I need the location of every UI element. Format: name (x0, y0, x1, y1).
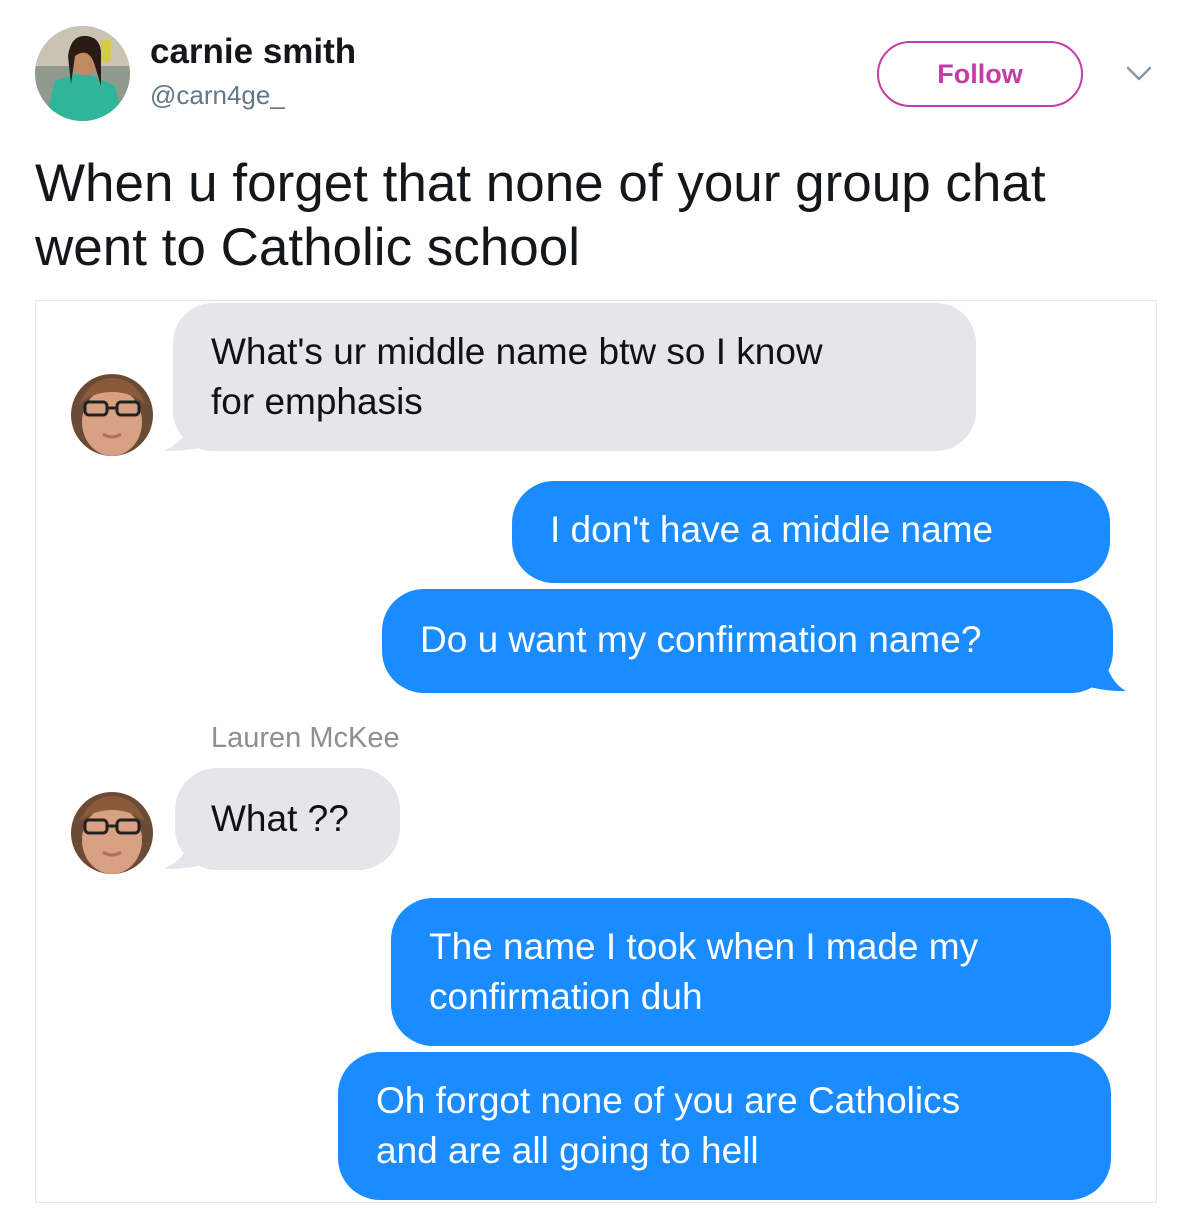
tweet-text-line: When u forget that none of your group ch… (35, 154, 1046, 213)
tweet-media-image[interactable]: What's ur middle name btw so I know for … (35, 300, 1157, 1203)
message-text: What's ur middle name btw so I know (211, 331, 823, 372)
sent-message-bubble[interactable]: The name I took when I made my confirmat… (391, 898, 1111, 1046)
message-text: confirmation duh (429, 976, 703, 1017)
sender-name-label: Lauren McKee (211, 722, 400, 754)
author-handle[interactable]: @carn4ge_ (150, 80, 285, 111)
sent-message-bubble[interactable]: Do u want my confirmation name? (382, 589, 1113, 693)
message-text: for emphasis (211, 381, 423, 422)
message-text: The name I took when I made my (429, 926, 979, 967)
sent-message-bubble[interactable]: I don't have a middle name (512, 481, 1110, 583)
message-text: and are all going to hell (376, 1130, 759, 1171)
received-message-bubble[interactable]: What's ur middle name btw so I know for … (173, 303, 976, 451)
tweet-text: When u forget that none of your group ch… (35, 152, 1155, 280)
follow-button[interactable]: Follow (877, 41, 1083, 107)
message-text: What ?? (211, 798, 349, 839)
tweet-text-line: went to Catholic school (35, 218, 581, 277)
author-avatar[interactable] (35, 26, 130, 121)
message-text: I don't have a middle name (550, 509, 994, 550)
author-display-name[interactable]: carnie smith (150, 32, 356, 72)
chevron-down-icon[interactable] (1124, 64, 1154, 84)
message-text: Oh forgot none of you are Catholics (376, 1080, 961, 1121)
sent-message-bubble[interactable]: Oh forgot none of you are Catholics and … (338, 1052, 1111, 1200)
received-message-bubble[interactable]: What ?? (175, 768, 400, 870)
message-text: Do u want my confirmation name? (420, 619, 982, 660)
contact-avatar (71, 792, 153, 874)
contact-avatar (71, 374, 153, 456)
